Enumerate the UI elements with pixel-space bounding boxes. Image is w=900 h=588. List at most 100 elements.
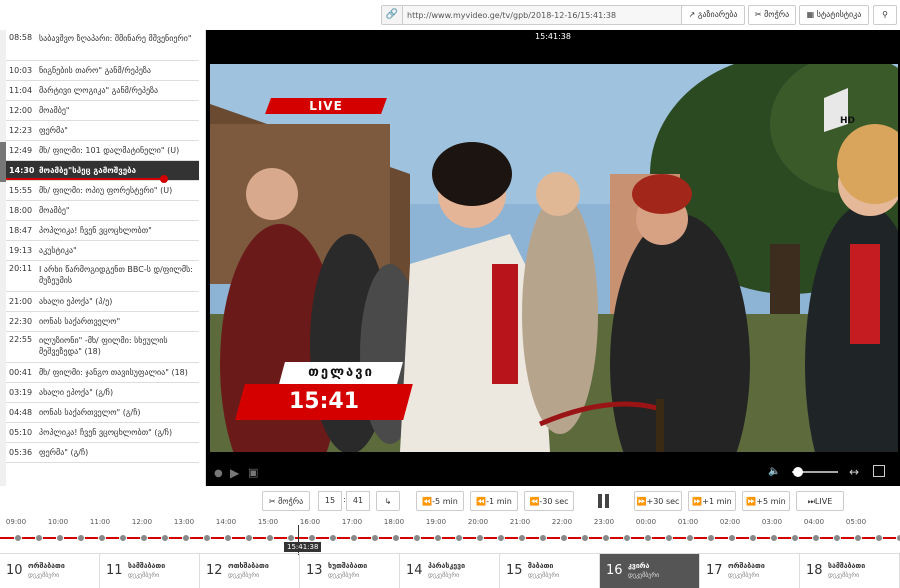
- back-30-sec-button[interactable]: ⏪-30 sec: [524, 491, 574, 511]
- timeline-marker[interactable]: [245, 534, 253, 542]
- timeline-marker[interactable]: [770, 534, 778, 542]
- timeline-marker[interactable]: [749, 534, 757, 542]
- search-button[interactable]: ⚲: [873, 5, 897, 25]
- link-icon[interactable]: 🔗: [381, 5, 403, 25]
- program-row[interactable]: 22:30 იონას საქართველო": [6, 312, 199, 332]
- day-tab[interactable]: 18 სამშაბათი დეკემბერი: [800, 554, 900, 588]
- day-tab[interactable]: 15 შაბათი დეკემბერი: [500, 554, 600, 588]
- timeline-marker[interactable]: [707, 534, 715, 542]
- timeline-marker[interactable]: [644, 534, 652, 542]
- timeline-marker[interactable]: [854, 534, 862, 542]
- program-row[interactable]: 10:03 ნიგნების თარო" განმ/რეპეზა: [6, 61, 199, 81]
- day-tab[interactable]: 10 ორშაბათი დეკემბერი: [0, 554, 100, 588]
- timeline-marker[interactable]: [875, 534, 883, 542]
- timeline-marker[interactable]: [728, 534, 736, 542]
- program-row[interactable]: 15:55 მხ/ ფილმი: ოპიუ ფორესტერი" (U): [6, 181, 199, 201]
- timeline-marker[interactable]: [371, 534, 379, 542]
- minute-input[interactable]: 41: [346, 491, 370, 511]
- program-row[interactable]: 12:49 მხ/ ფილმი: 101 დალმატინელი" (U): [6, 141, 199, 161]
- program-row[interactable]: 14:30 მოამბე"სპეც გამოშვება: [6, 161, 199, 183]
- day-tab[interactable]: 11 სამშაბათი დეკემბერი: [100, 554, 200, 588]
- timeline-marker[interactable]: [161, 534, 169, 542]
- timeline-marker[interactable]: [665, 534, 673, 542]
- cut-button[interactable]: ✂ მოჭრა: [262, 491, 310, 511]
- timeline-marker[interactable]: [791, 534, 799, 542]
- program-row[interactable]: 12:00 მოამბე": [6, 101, 199, 121]
- share-button[interactable]: ↗ გაზიარება: [681, 5, 745, 25]
- timeline-track[interactable]: [0, 537, 900, 539]
- hour-input[interactable]: 15: [318, 491, 342, 511]
- timeline-marker[interactable]: [455, 534, 463, 542]
- program-row[interactable]: 08:58 საბავშვო ზღაპარი: შმინარე მშვენიერი…: [6, 30, 199, 61]
- timeline-marker[interactable]: [392, 534, 400, 542]
- timeline-marker[interactable]: [77, 534, 85, 542]
- program-row[interactable]: 04:48 იონას საქართველო" (გ/ჩ): [6, 403, 199, 423]
- video-frame[interactable]: LIVE HD თელავი 15:41: [210, 64, 898, 452]
- timeline-marker[interactable]: [434, 534, 442, 542]
- timeline-marker[interactable]: [539, 534, 547, 542]
- program-row[interactable]: 20:11 I არხი წარმოგიდგენთ BBC-ს დ/ფილმს: …: [6, 261, 199, 292]
- play-icon[interactable]: ▶: [230, 466, 239, 480]
- timeline-marker[interactable]: [581, 534, 589, 542]
- program-row[interactable]: 18:00 მოამბე": [6, 201, 199, 221]
- timeline-marker[interactable]: [98, 534, 106, 542]
- program-row[interactable]: 11:04 მარტივი ლოგიკა" განმ/რეპეზა: [6, 81, 199, 101]
- timeline-marker[interactable]: [224, 534, 232, 542]
- timeline-marker[interactable]: [560, 534, 568, 542]
- program-row[interactable]: 18:47 პოპლიკა! ჩვენ ვცოცხლობთ": [6, 221, 199, 241]
- program-row[interactable]: 05:36 ფერმა" (გ/ჩ): [6, 443, 199, 463]
- cut-button-top[interactable]: ✂ მოჭრა: [748, 5, 796, 25]
- day-tab[interactable]: 14 პარასკევი დეკემბერი: [400, 554, 500, 588]
- timeline-marker[interactable]: [623, 534, 631, 542]
- volume-knob[interactable]: [793, 467, 803, 477]
- day-tab[interactable]: 13 ხუთშაბათი დეკემბერი: [300, 554, 400, 588]
- timeline-marker[interactable]: [14, 534, 22, 542]
- pause-button[interactable]: [594, 491, 614, 511]
- apple-icon[interactable]: ●: [214, 468, 223, 479]
- url-field[interactable]: [402, 5, 688, 25]
- scrollbar-thumb[interactable]: [0, 142, 6, 182]
- expand-icon[interactable]: ↔: [849, 465, 859, 479]
- program-row[interactable]: 05:10 პოპლიკა! ჩვენ ვცოცხლობთ" (გ/ჩ): [6, 423, 199, 443]
- timeline-marker[interactable]: [518, 534, 526, 542]
- program-row[interactable]: 12:23 ფერმა": [6, 121, 199, 141]
- timeline-marker[interactable]: [182, 534, 190, 542]
- back-5-min-button[interactable]: ⏪-5 min: [416, 491, 464, 511]
- program-row[interactable]: 00:41 მხ/ ფილმი: ჯანგო თავისუფალია" (18): [6, 363, 199, 383]
- program-row[interactable]: 21:00 ახალი ეპოქა" (პ/ე): [6, 292, 199, 312]
- timeline-marker[interactable]: [329, 534, 337, 542]
- video-player[interactable]: 15:41:38 LIVE HD თელავი 15:41 ● ▶ ▣ 🔈 ↔: [206, 30, 900, 486]
- timeline-marker[interactable]: [266, 534, 274, 542]
- fwd-5-min-button[interactable]: ⏩+5 min: [742, 491, 790, 511]
- timeline-marker[interactable]: [35, 534, 43, 542]
- fwd-1-min-button[interactable]: ⏩+1 min: [688, 491, 736, 511]
- fwd-30-sec-button[interactable]: ⏩+30 sec: [634, 491, 682, 511]
- timeline-marker[interactable]: [287, 534, 295, 542]
- stats-button[interactable]: ▦ სტატისტიკა: [799, 5, 869, 25]
- timeline-marker[interactable]: [602, 534, 610, 542]
- program-list-scrollbar[interactable]: [0, 30, 6, 486]
- timeline-marker[interactable]: [119, 534, 127, 542]
- timeline-marker[interactable]: [413, 534, 421, 542]
- timeline-marker[interactable]: [497, 534, 505, 542]
- timeline-marker[interactable]: [308, 534, 316, 542]
- go-button[interactable]: ↳: [376, 491, 400, 511]
- program-row[interactable]: 03:19 ახალი ეპოქა" (გ/ჩ): [6, 383, 199, 403]
- timeline-marker[interactable]: [686, 534, 694, 542]
- timeline-marker[interactable]: [350, 534, 358, 542]
- live-button[interactable]: ⏭LIVE: [796, 491, 844, 511]
- day-tab[interactable]: 16 კვირა დეკემბერი: [600, 554, 700, 588]
- timeline-marker[interactable]: [203, 534, 211, 542]
- volume-icon[interactable]: 🔈: [768, 466, 780, 477]
- timeline-marker[interactable]: [140, 534, 148, 542]
- fullscreen-icon[interactable]: [873, 465, 885, 477]
- back-1-min-button[interactable]: ⏪-1 min: [470, 491, 518, 511]
- timeline-marker[interactable]: [812, 534, 820, 542]
- timeline-marker[interactable]: [476, 534, 484, 542]
- day-tab[interactable]: 17 ორშაბათი დეკემბერი: [700, 554, 800, 588]
- day-tab[interactable]: 12 ოთხშაბათი დეკემბერი: [200, 554, 300, 588]
- program-row[interactable]: 22:55 ილუზიონი" -მხ/ ფილმი: სხეულის მეშვე…: [6, 332, 199, 363]
- timeline[interactable]: 15:41:38 09:00 10:00 11:00 12:00 13:00 14:00 1…: [0, 515, 900, 555]
- timeline-marker[interactable]: [56, 534, 64, 542]
- program-row[interactable]: 19:13 აკუსტიკა": [6, 241, 199, 261]
